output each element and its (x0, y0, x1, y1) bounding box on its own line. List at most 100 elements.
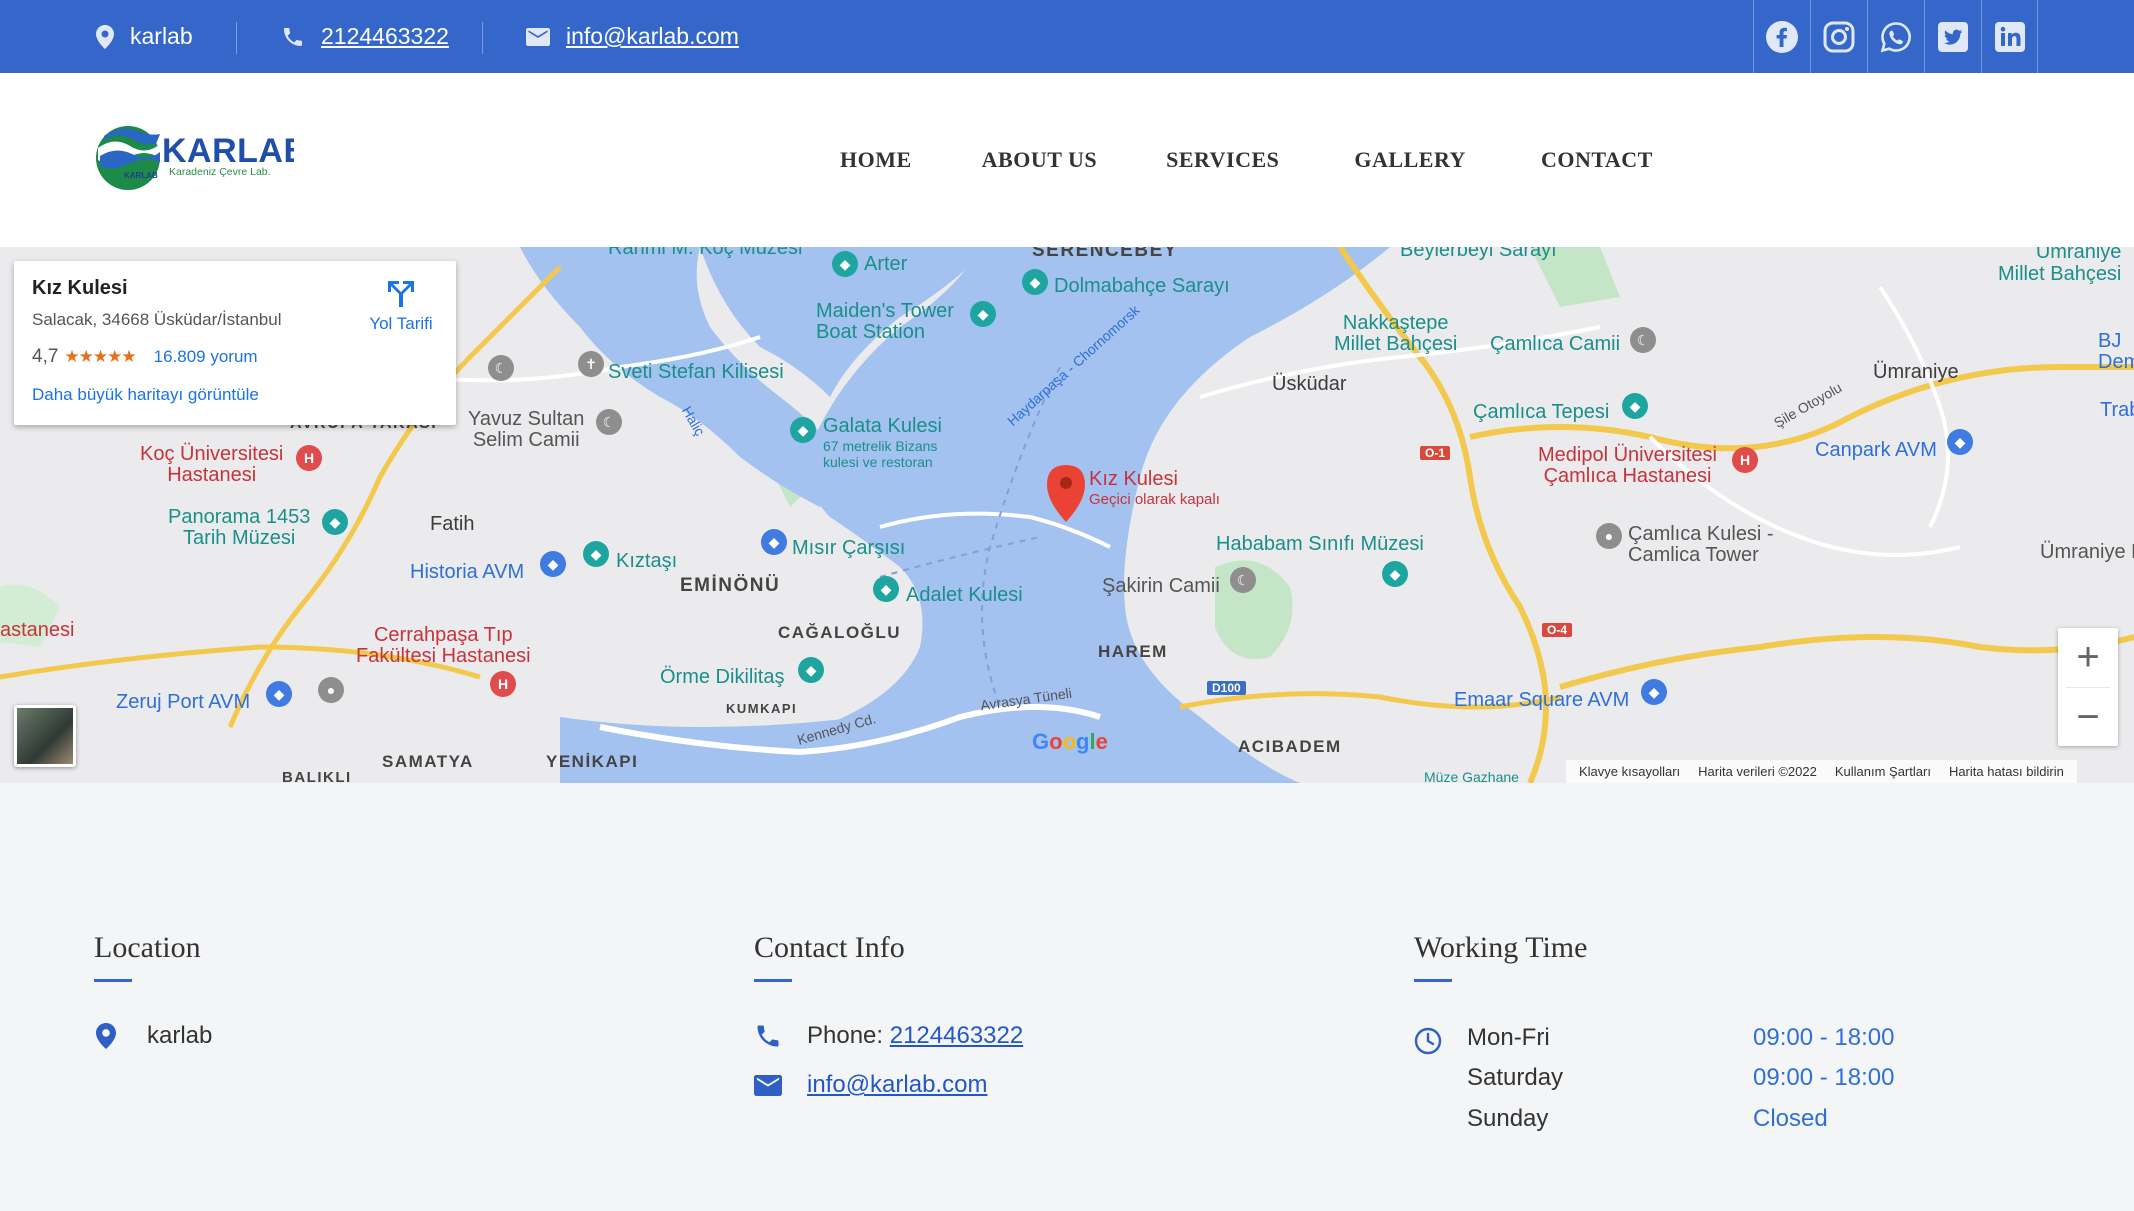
shopping-pin-icon[interactable]: ◆ (1947, 429, 1973, 455)
shopping-pin-icon[interactable]: ◆ (266, 681, 292, 707)
map-label: Şakirin Camii (1102, 575, 1220, 597)
tower-pin-icon[interactable]: ● (1596, 523, 1622, 549)
shopping-pin-icon[interactable]: ◆ (540, 551, 566, 577)
instagram-icon (1823, 21, 1855, 52)
map-label: SERENCEBEY (1032, 247, 1178, 261)
directions-icon (388, 281, 414, 307)
topbar-phone-link[interactable]: 2124463322 (321, 23, 449, 50)
church-pin-icon[interactable]: ✝ (578, 351, 604, 377)
karlab-logo[interactable]: KARLAB KARLAB Karadeniz Çevre Lab. (94, 118, 308, 198)
map-label: Historia AVM (410, 561, 525, 583)
tower-pin-icon[interactable]: ◆ (873, 576, 899, 602)
highway-shield: O-4 (1542, 623, 1573, 637)
map-label: Mısır Çarşısı (792, 537, 906, 559)
hospital-pin-icon[interactable]: H (296, 445, 322, 471)
palace-pin-icon[interactable]: ◆ (1022, 269, 1048, 295)
footer-phone-link[interactable]: 2124463322 (890, 1022, 1023, 1050)
facebook-link[interactable] (1753, 0, 1810, 73)
working-hours: 09:00 - 18:00 (1753, 1064, 1895, 1091)
boat-pin-icon[interactable]: ◆ (970, 301, 996, 327)
map-label: Emaar Square AVM (1454, 689, 1630, 711)
map-label: YENİKAPI (546, 752, 639, 771)
monument-pin-icon[interactable]: ◆ (583, 541, 609, 567)
zoom-out-button[interactable]: − (2058, 688, 2118, 746)
footer-email-link[interactable]: info@karlab.com (807, 1071, 987, 1099)
map-label: Adalet Kulesi (906, 584, 1023, 606)
footer-working-section: Working Time (1414, 931, 1587, 982)
whatsapp-link[interactable] (1867, 0, 1924, 73)
map-label: ACIBADEM (1238, 737, 1342, 756)
zoom-in-button[interactable]: + (2058, 628, 2118, 687)
working-hours: Closed (1753, 1105, 1828, 1132)
map-label: Trab (2100, 399, 2134, 421)
map-label: Rahmi M. Koç Müzesi (608, 247, 803, 259)
street-view-thumbnail[interactable] (14, 705, 76, 767)
nav-services[interactable]: SERVICES (1166, 147, 1279, 173)
museum-pin-icon[interactable]: ◆ (322, 509, 348, 535)
park-pin-icon[interactable]: ◆ (1622, 393, 1648, 419)
linkedin-link[interactable] (1981, 0, 2038, 73)
directions-button[interactable]: Yol Tarifi (356, 279, 446, 334)
mail-icon (526, 27, 550, 46)
topbar-location: karlab (96, 0, 193, 73)
hospital-pin-icon[interactable]: H (1732, 447, 1758, 473)
twitter-link[interactable] (1924, 0, 1981, 73)
footer: Location karlab Contact Info Phone: 2124… (0, 783, 2134, 1211)
map-label: Arter (864, 253, 908, 275)
map-label: Ümraniye (1873, 361, 1959, 383)
reviews-link[interactable]: 16.809 yorum (154, 347, 258, 367)
monument-pin-icon[interactable]: ◆ (798, 657, 824, 683)
topbar-phone[interactable]: 2124463322 (281, 0, 449, 73)
mosque-pin-icon[interactable]: ☾ (488, 355, 514, 381)
larger-map-link[interactable]: Daha büyük haritayı görüntüle (32, 385, 259, 405)
zoom-controls: + − (2058, 628, 2118, 746)
linkedin-icon (1994, 21, 2025, 52)
shopping-pin-icon[interactable]: ◆ (761, 529, 787, 555)
nav-gallery[interactable]: GALLERY (1354, 147, 1466, 173)
map-label: HAREM (1098, 642, 1168, 661)
map-label: Sveti Stefan Kilisesi (608, 361, 784, 383)
report-error-link[interactable]: Harita hatası bildirin (1949, 764, 2064, 779)
map-label: Canpark AVM (1815, 439, 1937, 461)
map-label: Medipol Üniversitesi Çamlıca Hastanesi (1538, 444, 1717, 487)
footer-location-row: karlab (96, 1022, 212, 1050)
terms-link[interactable]: Kullanım Şartları (1835, 764, 1931, 779)
museum-pin-icon[interactable]: ◆ (1382, 561, 1408, 587)
nav-contact[interactable]: CONTACT (1541, 147, 1653, 173)
footer-email-row: info@karlab.com (754, 1071, 987, 1099)
location-pin-icon (96, 24, 114, 49)
highway-shield: D100 (1207, 681, 1246, 695)
working-hours: 09:00 - 18:00 (1753, 1024, 1895, 1051)
mosque-pin-icon[interactable]: ☾ (596, 409, 622, 435)
twitter-icon (1938, 21, 1968, 52)
tower-pin-icon[interactable]: ◆ (790, 417, 816, 443)
school-pin-icon[interactable]: ● (318, 677, 344, 703)
nav-about-us[interactable]: ABOUT US (982, 147, 1097, 173)
rating-stars-icon: ★★★★★ (64, 347, 136, 366)
phone-icon (284, 27, 302, 46)
nav-home[interactable]: HOME (840, 147, 912, 173)
google-map-embed[interactable]: Rahmi M. Koç Müzesi Arter SERENCEBEY Dol… (0, 247, 2134, 783)
marker-title: Kız Kulesi (1089, 468, 1178, 490)
map-label: Yavuz Sultan Selim Camii (468, 408, 585, 451)
footer-working-heading: Working Time (1414, 931, 1588, 964)
mosque-pin-icon[interactable]: ☾ (1630, 327, 1656, 353)
keyboard-shortcuts-link[interactable]: Klavye kısayolları (1579, 764, 1680, 779)
map-label: Ümraniye Millet Bahçesi (1998, 247, 2122, 285)
site-header: KARLAB KARLAB Karadeniz Çevre Lab. HOME … (0, 73, 2134, 247)
museum-pin-icon[interactable]: ◆ (832, 251, 858, 277)
mosque-pin-icon[interactable]: ☾ (1230, 567, 1256, 593)
map-label: Örme Dikilitaş (660, 666, 785, 688)
heading-underline (94, 979, 132, 982)
map-label: 67 metrelik Bizans kulesi ve restoran (823, 438, 938, 470)
map-label: Galata Kulesi (823, 415, 942, 437)
map-label: CAĞALOĞLU (778, 623, 902, 642)
google-logo: Google (1032, 729, 1108, 754)
footer-contact-heading: Contact Info (754, 931, 905, 964)
instagram-link[interactable] (1810, 0, 1867, 73)
topbar-email[interactable]: info@karlab.com (526, 0, 739, 73)
shopping-pin-icon[interactable]: ◆ (1641, 679, 1667, 705)
top-bar: karlab 2124463322 info@karlab.com (0, 0, 2134, 73)
hospital-pin-icon[interactable]: H (490, 671, 516, 697)
topbar-email-link[interactable]: info@karlab.com (566, 23, 739, 50)
